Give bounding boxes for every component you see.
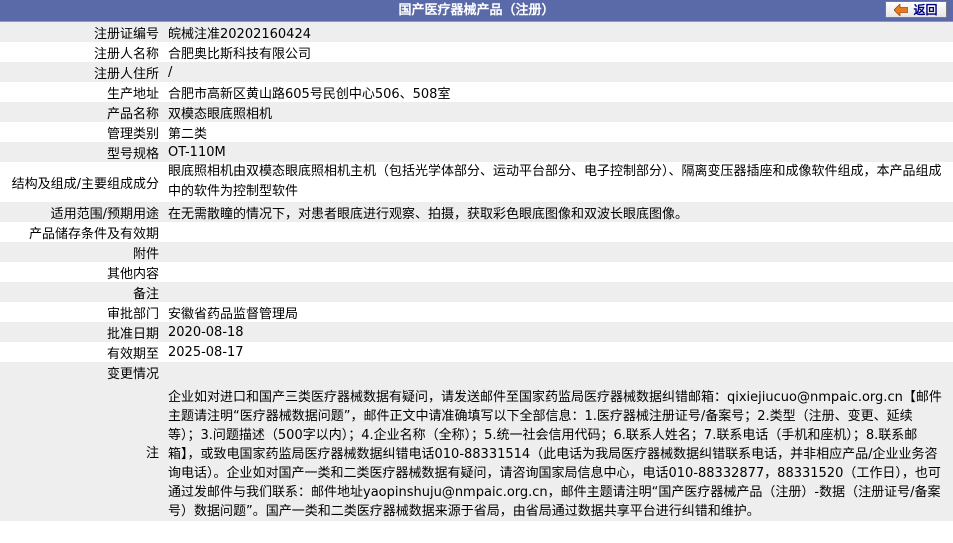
field-label: 审批部门 xyxy=(106,306,159,322)
field-label: 备注 xyxy=(132,286,159,302)
field-value xyxy=(163,262,953,282)
row-registrant-address: 注册人住所 / xyxy=(0,62,953,82)
row-registrant-name: 注册人名称 合肥奥比斯科技有限公司 xyxy=(0,42,953,62)
row-model: 型号规格 OT-110M xyxy=(0,142,953,162)
row-product-name: 产品名称 双模态眼底照相机 xyxy=(0,102,953,122)
field-value: 双模态眼底照相机 xyxy=(168,106,273,122)
field-value: 合肥市高新区黄山路605号民创中心506、508室 xyxy=(168,86,451,102)
row-remarks: 备注 xyxy=(0,282,953,302)
field-label: 管理类别 xyxy=(106,126,159,142)
back-button-label: 返回 xyxy=(913,3,938,17)
field-label: 结构及组成/主要组成成分 xyxy=(11,176,159,192)
row-production-address: 生产地址 合肥市高新区黄山路605号民创中心506、508室 xyxy=(0,82,953,102)
row-valid-until: 有效期至 2025-08-17 xyxy=(0,342,953,362)
field-label: 有效期至 xyxy=(106,346,159,362)
field-value: OT-110M xyxy=(168,144,226,160)
field-label: 注册人名称 xyxy=(93,46,159,62)
field-label: 适用范围/预期用途 xyxy=(50,206,159,222)
field-value: 安徽省药品监督管理局 xyxy=(168,306,299,322)
row-approval-date: 批准日期 2020-08-18 xyxy=(0,322,953,342)
field-value: 第二类 xyxy=(168,126,208,142)
row-approval-dept: 审批部门 安徽省药品监督管理局 xyxy=(0,302,953,322)
row-changes: 变更情况 xyxy=(0,362,953,382)
row-category: 管理类别 第二类 xyxy=(0,122,953,142)
page-title: 国产医疗器械产品（注册） xyxy=(398,3,555,18)
field-value: 眼底照相机由双模态眼底照相机主机（包括光学体部分、运动平台部分、电子控制部分）、… xyxy=(168,164,942,199)
row-other: 其他内容 xyxy=(0,262,953,282)
field-label: 注册人住所 xyxy=(93,66,159,82)
field-value xyxy=(163,222,953,242)
field-value: 在无需散瞳的情况下，对患者眼底进行观察、拍摄，获取彩色眼底图像和双波长眼底图像。 xyxy=(168,206,689,222)
field-value: 2020-08-18 xyxy=(168,324,244,340)
row-attachments: 附件 xyxy=(0,242,953,262)
field-value xyxy=(163,362,953,382)
field-value xyxy=(163,242,953,262)
row-reg-number: 注册证编号 皖械注准20202160424 xyxy=(0,22,953,42)
row-structure: 结构及组成/主要组成成分 眼底照相机由双模态眼底照相机主机（包括光学体部分、运动… xyxy=(0,162,953,202)
field-label: 批准日期 xyxy=(106,326,159,342)
field-label: 产品储存条件及有效期 xyxy=(28,226,159,242)
title-bar: 国产医疗器械产品（注册） 返回 xyxy=(0,0,953,22)
field-value xyxy=(163,282,953,302)
field-label: 附件 xyxy=(132,246,159,262)
field-label: 产品名称 xyxy=(106,106,159,122)
field-label: 变更情况 xyxy=(106,366,159,382)
field-label: 注册证编号 xyxy=(93,26,159,42)
field-label: 生产地址 xyxy=(106,86,159,102)
row-storage: 产品储存条件及有效期 xyxy=(0,222,953,242)
field-label: 型号规格 xyxy=(106,146,159,162)
detail-table: 注册证编号 皖械注准20202160424 注册人名称 合肥奥比斯科技有限公司 … xyxy=(0,22,953,521)
field-value: 皖械注准20202160424 xyxy=(168,26,311,42)
row-note: 注 企业如对进口和国产三类医疗器械数据有疑问，请发送邮件至国家药监局医疗器械数据… xyxy=(0,382,953,521)
note-label: 注 xyxy=(145,446,159,461)
field-label: 其他内容 xyxy=(106,266,159,282)
field-value: 2025-08-17 xyxy=(168,344,244,360)
field-value: 合肥奥比斯科技有限公司 xyxy=(168,46,312,62)
field-value: / xyxy=(168,64,173,80)
row-intended-use: 适用范围/预期用途 在无需散瞳的情况下，对患者眼底进行观察、拍摄，获取彩色眼底图… xyxy=(0,202,953,222)
back-arrow-icon xyxy=(894,3,909,16)
back-button[interactable]: 返回 xyxy=(885,1,947,18)
note-text: 企业如对进口和国产三类医疗器械数据有疑问，请发送邮件至国家药监局医疗器械数据纠错… xyxy=(168,390,942,519)
